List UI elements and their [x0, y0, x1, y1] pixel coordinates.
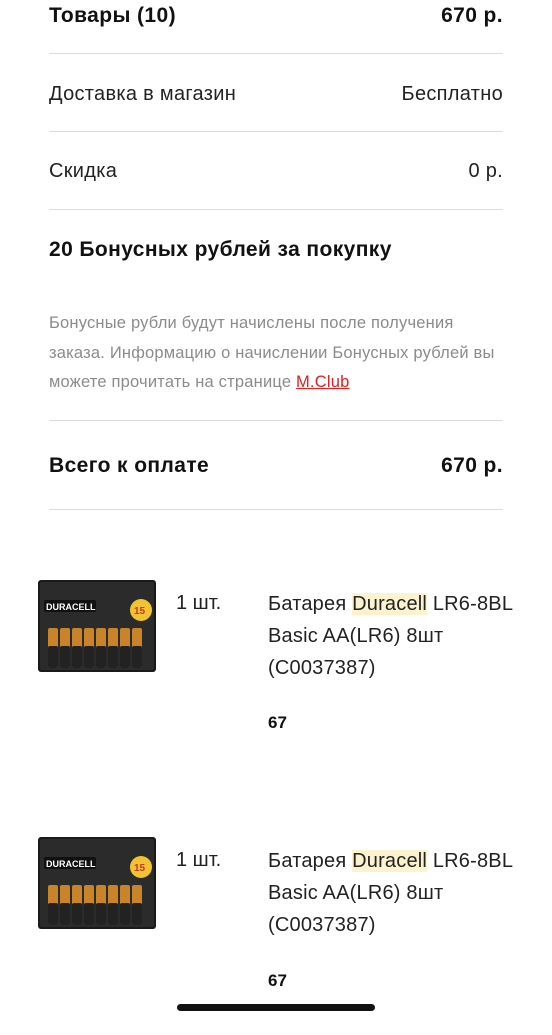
mclub-link[interactable]: M.Club: [296, 373, 349, 391]
product-name-prefix: Батарея: [268, 593, 353, 615]
items-label: Товары (10): [49, 4, 176, 27]
product-price: 67: [268, 713, 287, 732]
brand-text: DURACELL: [46, 859, 96, 869]
delivery-row: Доставка в магазин Бесплатно: [49, 83, 503, 106]
product-qty: 1 шт.: [176, 849, 222, 871]
product-price: 67: [268, 971, 287, 990]
discount-row: Скидка 0 р.: [49, 160, 503, 183]
discount-label: Скидка: [49, 160, 118, 182]
discount-value: 0 р.: [468, 160, 503, 182]
product-name-highlight: Duracell: [352, 850, 428, 872]
delivery-value: Бесплатно: [401, 83, 503, 105]
divider: [49, 420, 503, 421]
total-label: Всего к оплате: [49, 454, 210, 477]
badge-text: 15: [134, 863, 146, 874]
bonus-note: Бонусные рубли будут начислены после пол…: [49, 309, 503, 398]
brand-text: DURACELL: [46, 602, 96, 612]
divider: [49, 53, 503, 54]
product-qty: 1 шт.: [176, 592, 222, 614]
duracell-battery-pack-image: DURACELL 15: [38, 837, 156, 929]
product-name[interactable]: Батарея Duracell LR6-8BL Basic AA(LR6) 8…: [268, 845, 518, 941]
product-name-highlight: Duracell: [352, 593, 428, 615]
bonus-title-row: 20 Бонусных рублей за покупку: [49, 238, 503, 262]
items-row: Товары (10) 670 р.: [49, 4, 503, 28]
product-name-prefix: Батарея: [268, 850, 353, 872]
product-name[interactable]: Батарея Duracell LR6-8BL Basic AA(LR6) 8…: [268, 588, 518, 684]
bonus-title: 20 Бонусных рублей за покупку: [49, 238, 392, 261]
product-item[interactable]: DURACELL 15 1 шт. Батарея Duracell LR6-8…: [0, 578, 552, 778]
bonus-note-text: Бонусные рубли будут начислены после пол…: [49, 314, 495, 391]
delivery-label: Доставка в магазин: [49, 83, 237, 105]
divider: [49, 131, 503, 132]
home-indicator[interactable]: [177, 1004, 375, 1011]
duracell-battery-pack-image: DURACELL 15: [38, 580, 156, 672]
total-row: Всего к оплате 670 р.: [49, 454, 503, 478]
divider: [49, 509, 503, 510]
badge-text: 15: [134, 606, 146, 617]
items-value: 670 р.: [441, 4, 503, 27]
divider: [49, 209, 503, 210]
total-value: 670 р.: [441, 454, 503, 477]
